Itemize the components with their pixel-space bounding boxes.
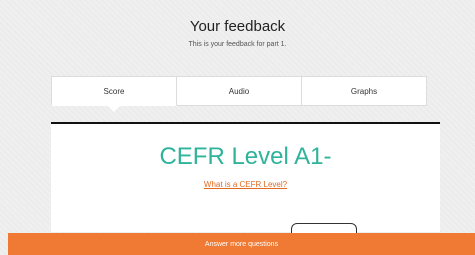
tab-audio[interactable]: Audio [177,76,302,106]
tab-graphs-label: Graphs [350,86,378,96]
tab-graphs[interactable]: Graphs [302,76,427,106]
cefr-level-value: CEFR Level A1- [159,143,332,170]
score-panel: CEFR Level A1- What is a CEFR Level? [51,122,440,243]
feedback-tabs: Score Audio Graphs [51,76,427,112]
page-subtitle: This is your feedback for part 1. [188,41,287,48]
tab-audio-label: Audio [228,86,250,96]
feedback-header: Your feedback This is your feedback for … [0,0,475,70]
tab-score[interactable]: Score [51,76,177,112]
what-is-cefr-link[interactable]: What is a CEFR Level? [51,180,440,189]
tab-score-label: Score [103,86,125,96]
answer-more-questions-button[interactable]: Answer more questions [8,233,475,255]
answer-more-questions-label: Answer more questions [204,240,279,248]
page-title: Your feedback [189,18,286,35]
